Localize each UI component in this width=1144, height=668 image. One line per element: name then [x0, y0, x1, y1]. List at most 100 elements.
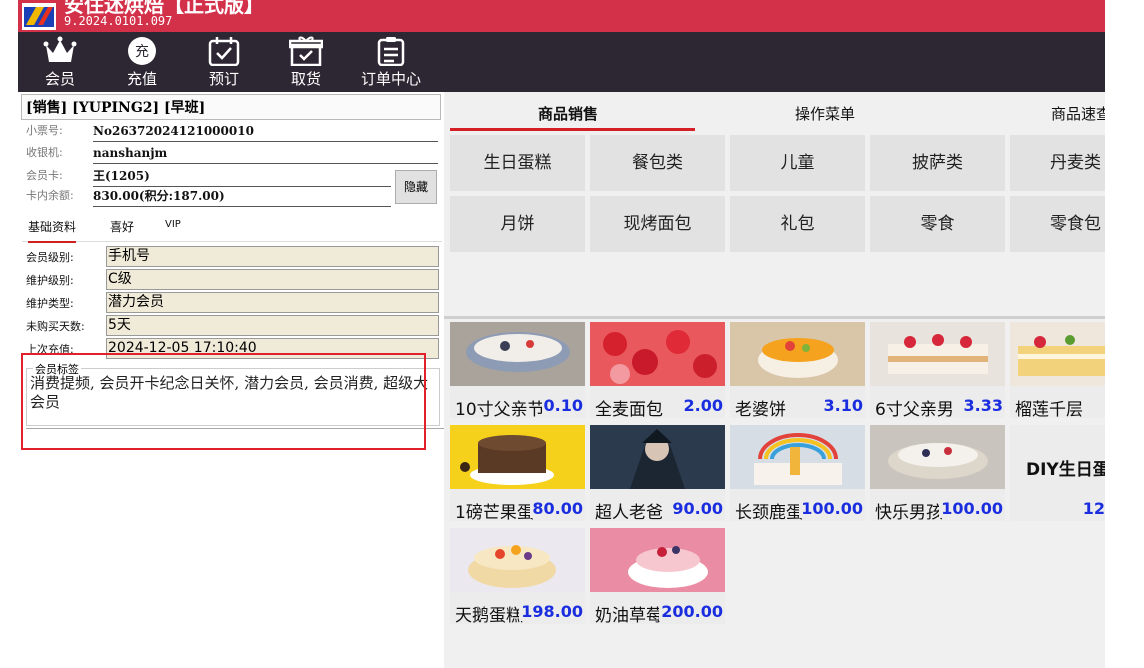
- product-name: 6寸父亲男: [875, 400, 954, 418]
- sale-header: [销售] [YUPING2] [早班]: [21, 94, 441, 120]
- card-row: 会员卡: 王(1205): [26, 167, 391, 187]
- category-birthday-cake[interactable]: 生日蛋糕: [450, 135, 585, 191]
- category-pizza[interactable]: 披萨类: [870, 135, 1005, 191]
- product-image: [730, 322, 865, 386]
- product-card[interactable]: 6寸父亲男 3.33: [870, 322, 1005, 418]
- order-center-button[interactable]: 订单中心: [356, 36, 426, 92]
- category-gift-pack[interactable]: 礼包: [730, 196, 865, 252]
- product-name: 老婆饼: [735, 400, 786, 418]
- product-price: 90.00: [670, 499, 723, 518]
- product-price: 3.33: [961, 396, 1003, 415]
- product-name: 全麦面包: [595, 400, 663, 418]
- title-bar: 安住述烘焙【正式版】 9.2024.0101.097: [18, 0, 1105, 32]
- clipboard-list-icon: [377, 37, 405, 66]
- card-value: 王(1205): [93, 167, 391, 187]
- tab-product-sales[interactable]: 商品销售: [538, 103, 598, 124]
- category-danish[interactable]: 丹麦类: [1010, 135, 1105, 191]
- product-card[interactable]: 超人老爸 90.00: [590, 425, 725, 521]
- field-label: 未购买天数:: [26, 320, 85, 333]
- product-card[interactable]: 长颈鹿蛋 100.00: [730, 425, 865, 521]
- member-tags-text: 消费提频, 会员开卡纪念日关怀, 潜力会员, 会员消费, 超级大会员: [30, 374, 429, 411]
- product-name: 1磅芒果蛋: [455, 503, 534, 521]
- cashier-label: 收银机:: [26, 146, 63, 159]
- divider: [444, 316, 1105, 319]
- product-image: [590, 322, 725, 386]
- category-snack-pack[interactable]: 零食包: [1010, 196, 1105, 252]
- field-days-no-purchase: 未购买天数: 5天: [26, 315, 440, 336]
- member-button[interactable]: 会员: [25, 36, 95, 92]
- category-fresh-bread[interactable]: 现烤面包: [590, 196, 725, 252]
- field-label: 维护级别:: [26, 274, 74, 287]
- product-image: [870, 425, 1005, 489]
- category-snacks[interactable]: 零食: [870, 196, 1005, 252]
- tab-product-lookup[interactable]: 商品速查: [1051, 103, 1105, 124]
- recharge-label: 充值: [126, 70, 157, 88]
- product-card[interactable]: 天鹅蛋糕 198.00: [450, 528, 585, 624]
- product-image: [870, 322, 1005, 386]
- member-label: 会员: [44, 70, 75, 88]
- cashier-row: 收银机: nanshanjm: [26, 144, 438, 164]
- app-version: 9.2024.0101.097: [64, 14, 173, 28]
- reserve-label: 预订: [208, 70, 239, 88]
- tab-preferences[interactable]: 喜好: [110, 218, 134, 235]
- field-value: 5天: [106, 315, 439, 336]
- product-name: 天鹅蛋糕: [455, 606, 523, 624]
- member-tags-box: 会员标签 消费提频, 会员开卡纪念日关怀, 潜力会员, 会员消费, 超级大会员: [26, 361, 440, 426]
- gift-box-icon: [289, 36, 323, 66]
- product-price: 12: [1080, 499, 1105, 518]
- app-logo: [22, 3, 56, 30]
- field-value: 手机号: [106, 246, 439, 267]
- recharge-button[interactable]: 充 充值: [107, 36, 177, 92]
- receipt-value: No26372024121000010: [93, 122, 438, 142]
- product-image: [590, 425, 725, 489]
- calendar-check-icon: [208, 37, 240, 66]
- product-name: 10寸父亲节: [455, 400, 545, 418]
- product-image: [450, 528, 585, 592]
- field-value: 2024-12-05 17:10:40: [106, 338, 439, 359]
- product-price: 0.10: [541, 396, 583, 415]
- product-name: DIY生日蛋: [1026, 460, 1105, 480]
- recharge-icon: 充: [128, 37, 156, 65]
- hide-button[interactable]: 隐藏: [395, 170, 437, 204]
- product-price: 100.00: [799, 499, 863, 518]
- receipt-row: 小票号: No26372024121000010: [26, 122, 438, 142]
- category-bread-rolls[interactable]: 餐包类: [590, 135, 725, 191]
- field-value: C级: [106, 269, 439, 290]
- product-card[interactable]: 10寸父亲节 0.10: [450, 322, 585, 418]
- product-image: [730, 425, 865, 489]
- category-kids[interactable]: 儿童: [730, 135, 865, 191]
- product-card[interactable]: DIY生日蛋 12: [1010, 425, 1105, 521]
- member-tabs: 基础资料 喜好 VIP: [22, 210, 442, 243]
- balance-label: 卡内余额:: [26, 189, 74, 202]
- tab-basic-info[interactable]: 基础资料: [28, 218, 77, 243]
- product-card[interactable]: 奶油草莓 200.00: [590, 528, 725, 624]
- active-tab-indicator: [450, 128, 695, 131]
- product-name: 长颈鹿蛋: [735, 503, 803, 521]
- product-price: 2.00: [681, 396, 723, 415]
- product-card[interactable]: 全麦面包 2.00: [590, 322, 725, 418]
- product-price: 200.00: [659, 602, 723, 621]
- category-mooncake[interactable]: 月饼: [450, 196, 585, 252]
- product-card[interactable]: 榴莲千层: [1010, 322, 1105, 418]
- product-price: 100.00: [939, 499, 1003, 518]
- product-card[interactable]: 快乐男孩 100.00: [870, 425, 1005, 521]
- product-name: 超人老爸: [595, 503, 663, 521]
- recharge-icon-glyph: 充: [135, 44, 149, 60]
- product-image: [450, 322, 585, 386]
- receipt-label: 小票号:: [26, 124, 63, 137]
- product-card[interactable]: 1磅芒果蛋 80.00: [450, 425, 585, 521]
- field-label: 维护类型:: [26, 297, 74, 310]
- reserve-button[interactable]: 预订: [189, 36, 259, 92]
- product-name: 快乐男孩: [875, 503, 943, 521]
- tab-operation-menu[interactable]: 操作菜单: [795, 103, 855, 124]
- main-toolbar: 会员 充 充值 预订 取货 订单中心: [18, 32, 1105, 92]
- product-card[interactable]: 老婆饼 3.10: [730, 322, 865, 418]
- field-member-level: 会员级别: 手机号: [26, 246, 440, 267]
- pickup-label: 取货: [290, 70, 321, 88]
- product-name: 奶油草莓: [595, 606, 663, 624]
- cashier-value: nanshanjm: [93, 144, 438, 164]
- pickup-button[interactable]: 取货: [271, 36, 341, 92]
- tab-vip[interactable]: VIP: [165, 219, 181, 230]
- field-value: 潜力会员: [106, 292, 439, 313]
- order-center-label: 订单中心: [360, 70, 421, 88]
